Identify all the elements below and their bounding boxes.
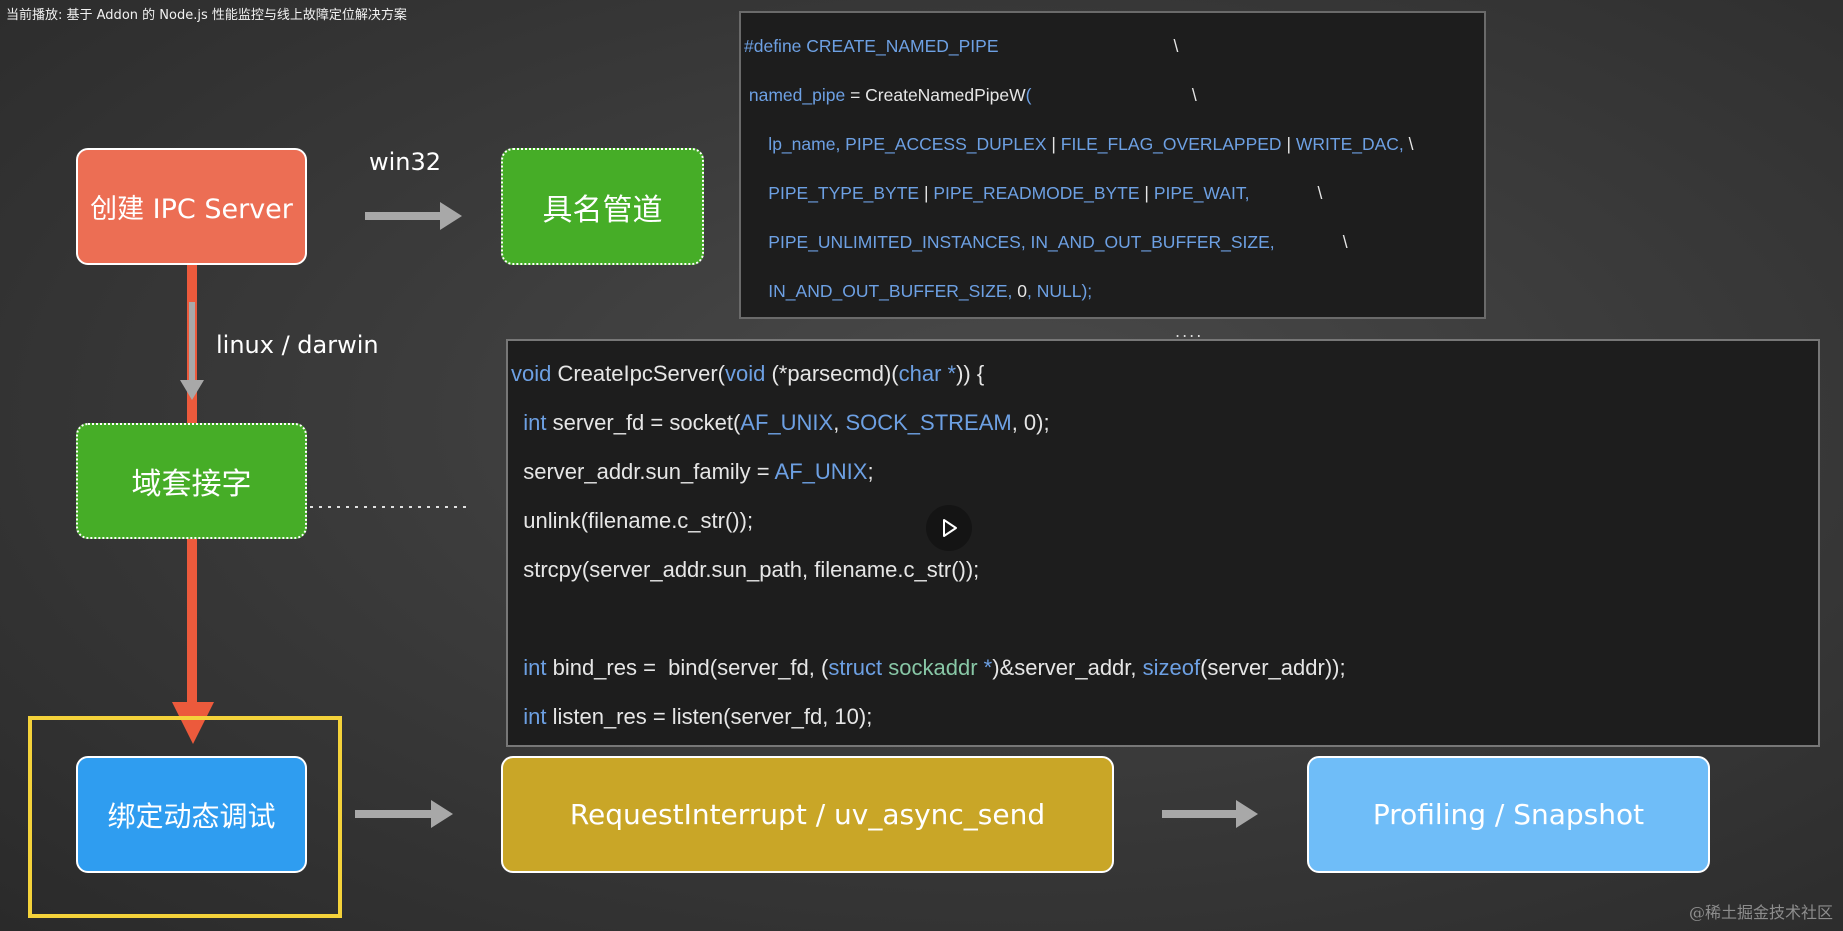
play-button[interactable] [926, 505, 972, 551]
label-win32: win32 [369, 148, 442, 176]
code-token: strcpy(server_addr.sun_path, filename.c_… [511, 557, 980, 582]
code-token: | [1281, 134, 1296, 154]
label-linux-darwin: linux / darwin [216, 331, 379, 359]
code-token: (server_addr)); [1200, 655, 1346, 680]
code-token: )) { [956, 361, 985, 386]
code-token: CreateIpcServer( [551, 361, 725, 386]
code-token: AF_UNIX [774, 459, 868, 484]
named-pipe-box: 具名管道 [501, 148, 704, 265]
code-token: SOCK_STREAM [845, 410, 1012, 435]
code-line: named_pipe = CreateNamedPipeW( \ [744, 85, 1197, 106]
code-token: named_pipe [744, 85, 846, 105]
linux-arrow-head [180, 380, 204, 400]
code-token: (*parsecmd)( [765, 361, 899, 386]
code-token: PIPE_WAIT, [1153, 183, 1250, 203]
code-line: int bind_res = bind(server_fd, (struct s… [511, 655, 1346, 681]
code-token: int [511, 655, 547, 680]
code-line: unlink(filename.c_str()); [511, 508, 753, 534]
code-token: unlink(filename.c_str()); [511, 508, 754, 533]
code-token: sockaddr [882, 655, 978, 680]
code-line: void CreateIpcServer(void (*parsecmd)(ch… [511, 361, 984, 387]
code-token: sizeof [1142, 655, 1201, 680]
play-icon [943, 519, 957, 537]
code-token: void [724, 361, 766, 386]
code-token: | [1046, 134, 1061, 154]
code-token: server_fd = socket( [546, 410, 741, 435]
code-token: FILE_FLAG_OVERLAPPED [1060, 134, 1282, 154]
request-interrupt-box: RequestInterrupt / uv_async_send [501, 756, 1114, 873]
code-token: \ [1031, 85, 1197, 105]
code-line: PIPE_UNLIMITED_INSTANCES, IN_AND_OUT_BUF… [744, 232, 1348, 253]
named-pipe-code-panel: #define CREATE_NAMED_PIPE \ named_pipe =… [739, 11, 1486, 319]
code-token: PIPE_READMODE_BYTE [933, 183, 1140, 203]
code-token: server_addr.sun_family = [511, 459, 775, 484]
code-token: PIPE_UNLIMITED_INSTANCES, IN_AND_OUT_BUF… [744, 232, 1275, 252]
code-token: | [1139, 183, 1154, 203]
code-token: CREATE_NAMED_PIPE [806, 36, 999, 56]
code-token: ; [867, 459, 874, 484]
code-token: WRITE_DAC, [1295, 134, 1404, 154]
code-token: 0 [1017, 281, 1027, 301]
domain-socket-box: 域套接字 [76, 423, 307, 539]
code-token: \ [998, 36, 1179, 56]
create-ipc-server-box: 创建 IPC Server [76, 148, 307, 265]
code-token: PIPE_TYPE_BYTE [744, 183, 920, 203]
code-token: )&server_addr, [992, 655, 1143, 680]
code-token: listen_res = listen(server_fd, 10); [546, 704, 873, 729]
code-token: AF_UNIX [740, 410, 834, 435]
win32-arrow-head [440, 202, 462, 230]
code-token: void [511, 361, 552, 386]
code-line: lp_name, PIPE_ACCESS_DUPLEX | FILE_FLAG_… [744, 134, 1414, 155]
code-token: * [977, 655, 993, 680]
code-token: lp_name, PIPE_ACCESS_DUPLEX [744, 134, 1047, 154]
code-line: IN_AND_OUT_BUFFER_SIZE, 0, NULL); [744, 281, 1092, 302]
code-token: = CreateNamedPipeW [845, 85, 1026, 105]
code-token: char [898, 361, 942, 386]
code-token: int [511, 704, 547, 729]
bind-dynamic-debug-box: 绑定动态调试 [76, 756, 307, 873]
code-line: #define CREATE_NAMED_PIPE \ [744, 36, 1178, 57]
code-token: int [511, 410, 547, 435]
watermark: @稀土掘金技术社区 [1688, 903, 1833, 922]
code-token: struct [828, 655, 883, 680]
interrupt-arrow-head [1236, 800, 1258, 828]
code-token: \ [1249, 183, 1323, 203]
domain-socket-code-panel: void CreateIpcServer(void (*parsecmd)(ch… [506, 339, 1820, 747]
code-token: bind_res = bind(server_fd, ( [546, 655, 829, 680]
code-line: strcpy(server_addr.sun_path, filename.c_… [511, 557, 979, 583]
code-token: , 0); [1011, 410, 1050, 435]
profiling-snapshot-box: Profiling / Snapshot [1307, 756, 1710, 873]
code-line: int server_fd = socket(AF_UNIX, SOCK_STR… [511, 410, 1050, 436]
code-line: server_addr.sun_family = AF_UNIX; [511, 459, 874, 485]
bind-arrow-head [431, 800, 453, 828]
code-token: IN_AND_OUT_BUFFER_SIZE, [744, 281, 1018, 301]
code-token: \ [1403, 134, 1414, 154]
code-token: | [919, 183, 934, 203]
code-token: * [941, 361, 957, 386]
code-token: \ [1274, 232, 1348, 252]
code-token: , NULL); [1026, 281, 1093, 301]
code-token: , [833, 410, 846, 435]
code-token: #define [744, 36, 807, 56]
code-line: PIPE_TYPE_BYTE | PIPE_READMODE_BYTE | PI… [744, 183, 1322, 204]
code-line: int listen_res = listen(server_fd, 10); [511, 704, 872, 730]
